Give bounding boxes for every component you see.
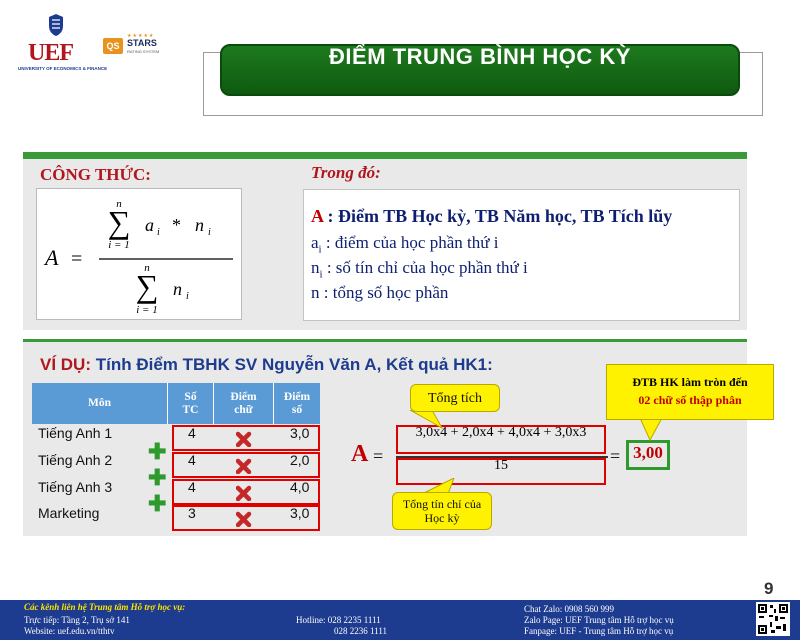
- plus-icon: ✚: [148, 465, 167, 490]
- footer-title: Các kênh liên hệ Trung tâm Hỗ trợ học vụ…: [24, 602, 186, 612]
- calc-equals: =: [373, 446, 384, 466]
- rounding-note-line1: ĐTB HK làm tròn đến: [632, 375, 748, 389]
- uef-logo-text: UEF: [28, 40, 74, 66]
- uef-crest-icon: [49, 14, 63, 36]
- gpa-formula: A = n ∑ i = 1 a i * n i n ∑ i = 1 n i: [43, 198, 233, 316]
- uef-logo-subtitle: UNIVERSITY OF ECONOMICS & FINANCE: [18, 66, 108, 71]
- page-title: ĐIỂM TRUNG BÌNH HỌC KỲ: [329, 44, 631, 69]
- qs-stars-logo: QS ★★★★★ STARS RATING SYSTEM: [103, 34, 167, 56]
- highlight-frame: [172, 452, 320, 478]
- callout-pointer: [639, 418, 663, 442]
- page-number: 9: [764, 579, 774, 598]
- numer-a-sub: i: [157, 227, 160, 238]
- denom-sum-lower: i = 1: [136, 304, 157, 316]
- definition-item: n : tổng số học phần: [311, 283, 449, 302]
- formula-equals: =: [71, 248, 82, 270]
- footer-hotline: Hotline: 028 2235 1111: [296, 615, 381, 625]
- qs-stars-text: STARS: [127, 38, 157, 48]
- rounding-note-callout: ĐTB HK làm tròn đến 02 chữ số thập phân: [606, 364, 774, 420]
- plus-icon: ✚: [148, 439, 167, 464]
- calc-equals-result: =: [610, 446, 621, 466]
- denom-n: n: [173, 279, 182, 299]
- definition-item: ai : điểm của học phần thứ i: [311, 233, 499, 256]
- footer-fanpage: Fanpage: UEF - Trung tâm Hỗ trợ học vụ: [524, 626, 674, 636]
- plus-icon: ✚: [148, 491, 167, 516]
- highlight-frame: [172, 505, 320, 531]
- formula-box: A = n ∑ i = 1 a i * n i n ∑ i = 1 n i: [36, 188, 242, 320]
- total-credits-callout: Tổng tín chỉ của Học kỳ: [392, 492, 492, 530]
- footer-website[interactable]: Website: uef.edu.vn/tthtv: [24, 626, 115, 636]
- callout-pointer: [408, 410, 444, 430]
- subject-cell: Marketing: [38, 505, 100, 521]
- numer-sum-lower: i = 1: [108, 239, 129, 251]
- qs-logo-box: QS: [103, 38, 123, 54]
- footer-zalo-page: Zalo Page: UEF Trung tâm Hỗ trợ học vụ: [524, 615, 674, 625]
- formula-heading: CÔNG THỨC:: [40, 165, 151, 184]
- table-header-letter-grade: Điểm chữ: [214, 383, 274, 424]
- highlight-frame: [172, 425, 320, 451]
- definition-item: ni : số tín chỉ của học phần thứ i: [311, 258, 528, 281]
- table-header-subject: Môn: [32, 383, 168, 424]
- uef-logo: UEF UNIVERSITY OF ECONOMICS & FINANCE: [18, 14, 107, 76]
- formula-lhs: A: [43, 245, 59, 270]
- numer-a: a: [145, 215, 154, 235]
- calc-result: 3,00: [626, 440, 670, 470]
- subject-cell: Tiếng Anh 2: [38, 452, 113, 468]
- numer-sigma: ∑: [108, 204, 131, 240]
- qs-rating-text: RATING SYSTEM: [127, 49, 160, 54]
- table-header-credits: Số TC: [168, 383, 214, 424]
- calc-lhs: A: [351, 441, 369, 467]
- denom-n-sub: i: [186, 291, 189, 302]
- footer-direct: Trực tiếp: Tầng 2, Trụ sở 141: [24, 615, 130, 625]
- footer-chat-zalo: Chat Zalo: 0908 560 999: [524, 604, 614, 614]
- qr-code-icon: [756, 602, 790, 636]
- subject-cell: Tiếng Anh 3: [38, 479, 113, 495]
- definitions-heading: Trong đó:: [311, 163, 381, 182]
- example-heading: VÍ DỤ: Tính Điểm TBHK SV Nguyễn Văn A, K…: [40, 355, 493, 374]
- table-header-score: Điểm số: [274, 383, 320, 424]
- definition-item: A : Điểm TB Học kỳ, TB Năm học, TB Tích …: [311, 206, 673, 226]
- numer-n: n: [195, 215, 204, 235]
- rounding-note-line2: 02 chữ số thập phân: [638, 393, 742, 407]
- denom-sigma: ∑: [136, 268, 159, 304]
- numer-op: *: [172, 215, 181, 235]
- footer-hotline2: 028 2236 1111: [334, 626, 387, 636]
- numer-n-sub: i: [208, 227, 211, 238]
- total-product-callout: Tổng tích: [410, 384, 500, 412]
- highlight-frame: [172, 479, 320, 505]
- subject-cell: Tiếng Anh 1: [38, 425, 113, 441]
